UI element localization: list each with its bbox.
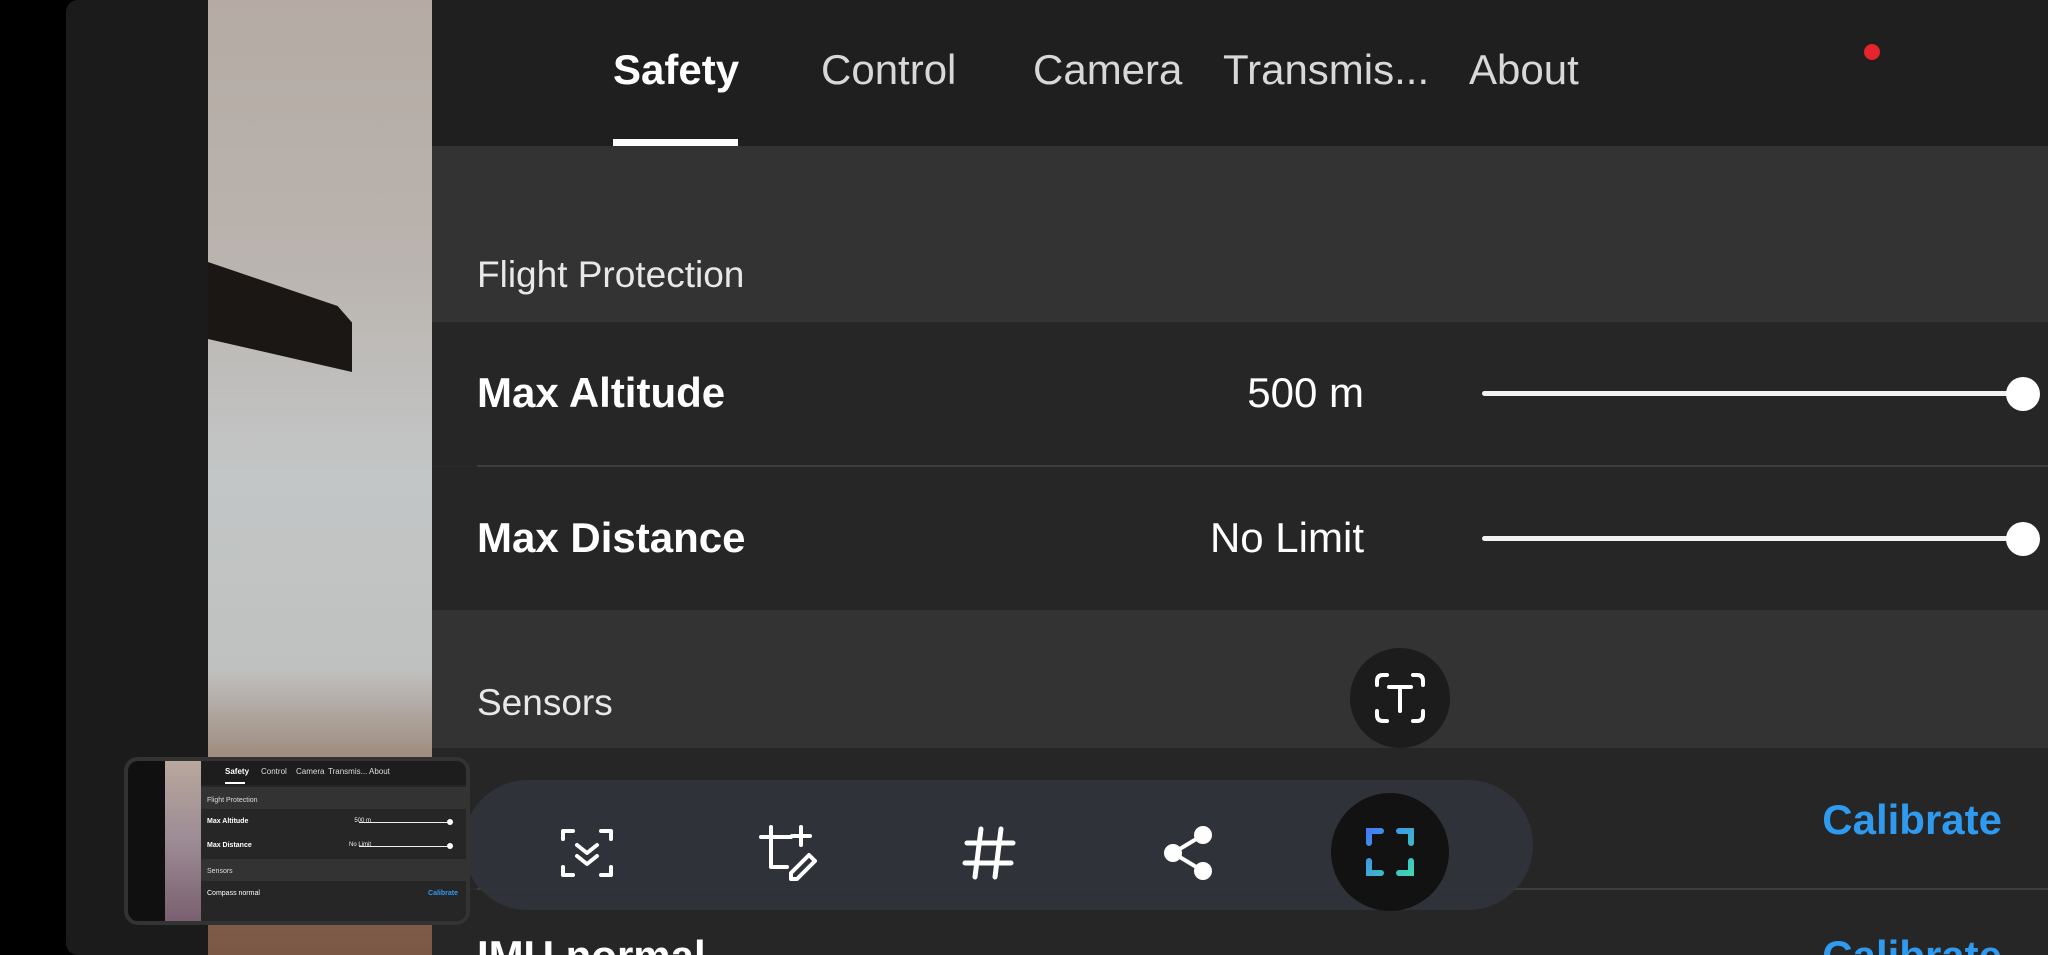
imu-label: IMU normal bbox=[477, 932, 706, 955]
crop-edit-icon bbox=[759, 825, 817, 881]
max-distance-slider[interactable] bbox=[1482, 536, 2030, 541]
tab-control[interactable]: Control bbox=[821, 46, 956, 94]
thumbnail-row-value: No Limit bbox=[348, 842, 371, 848]
notification-dot bbox=[1864, 44, 1880, 60]
thumbnail-tab-bar: Safety Control Camera Transmis... About bbox=[201, 761, 466, 785]
scroll-capture-button[interactable] bbox=[552, 818, 622, 888]
crop-edit-button[interactable] bbox=[752, 818, 822, 888]
thumbnail-tab: Safety bbox=[225, 767, 250, 776]
calibrate-compass-link[interactable]: Calibrate bbox=[1822, 796, 2002, 844]
thumbnail-slider bbox=[359, 846, 449, 847]
section-title: Flight Protection bbox=[477, 254, 745, 295]
tab-bar: Safety Control Camera Transmis... About bbox=[432, 0, 2048, 146]
max-distance-label: Max Distance bbox=[477, 514, 746, 561]
thumbnail-row: Compass normal Calibrate bbox=[201, 883, 466, 905]
text-extract-button[interactable] bbox=[1350, 648, 1450, 748]
thumbnail-section: Flight Protection bbox=[201, 787, 466, 809]
share-icon bbox=[1164, 826, 1212, 880]
text-extract-icon bbox=[1375, 673, 1425, 723]
thumbnail-row: Max Altitude 500 m bbox=[201, 811, 466, 833]
row-max-distance: Max Distance No Limit bbox=[432, 467, 2048, 611]
thumbnail-camera-preview bbox=[165, 761, 201, 921]
tab-safety[interactable]: Safety bbox=[613, 46, 739, 94]
thumbnail-row-label: Max Distance bbox=[207, 842, 252, 849]
thumbnail-row-label: Compass normal bbox=[207, 890, 260, 897]
thumbnail-row-value: 500 m bbox=[354, 818, 371, 824]
thumbnail-section: Sensors bbox=[201, 859, 466, 881]
tab-transmission[interactable]: Transmis... bbox=[1223, 46, 1429, 94]
max-distance-slider-thumb[interactable] bbox=[2006, 522, 2040, 556]
section-flight-protection: Flight Protection bbox=[432, 146, 2048, 322]
section-title: Sensors bbox=[477, 682, 613, 723]
max-altitude-label: Max Altitude bbox=[477, 369, 726, 416]
thumbnail-tab: Transmis... bbox=[328, 767, 368, 776]
calibrate-imu-link[interactable]: Calibrate bbox=[1822, 932, 2002, 955]
section-sensors: Sensors bbox=[432, 610, 2048, 748]
thumbnail-slider bbox=[359, 822, 449, 823]
active-tab-indicator bbox=[613, 139, 738, 146]
thumbnail-slider-thumb bbox=[447, 819, 453, 825]
hashtag-icon bbox=[962, 826, 1016, 880]
thumbnail-row-label: Max Altitude bbox=[207, 818, 249, 825]
camera-preview-object bbox=[208, 262, 352, 372]
thumbnail-tab-indicator bbox=[225, 782, 245, 784]
thumbnail-tab: Control bbox=[261, 767, 287, 776]
share-button[interactable] bbox=[1154, 818, 1224, 888]
max-distance-value: No Limit bbox=[1209, 514, 1364, 561]
max-altitude-slider-thumb[interactable] bbox=[2006, 377, 2040, 411]
scan-icon bbox=[1366, 828, 1414, 876]
tab-about[interactable]: About bbox=[1469, 46, 1579, 94]
thumbnail-tab: Camera bbox=[296, 767, 325, 776]
thumbnail-slider-thumb bbox=[447, 843, 453, 849]
hashtag-button[interactable] bbox=[954, 818, 1024, 888]
scroll-capture-icon bbox=[561, 829, 613, 877]
tab-camera[interactable]: Camera bbox=[1033, 46, 1182, 94]
thumbnail-tab: About bbox=[369, 767, 390, 776]
thumbnail-row: Max Distance No Limit bbox=[201, 835, 466, 857]
thumbnail-calibrate-link: Calibrate bbox=[428, 890, 458, 897]
thumbnail-panel: Safety Control Camera Transmis... About … bbox=[201, 761, 466, 921]
screenshot-thumbnail[interactable]: Safety Control Camera Transmis... About … bbox=[124, 757, 470, 925]
row-max-altitude: Max Altitude 500 m bbox=[432, 322, 2048, 466]
max-altitude-slider[interactable] bbox=[1482, 391, 2030, 396]
max-altitude-value: 500 m bbox=[1247, 369, 1364, 416]
scan-button[interactable] bbox=[1331, 793, 1449, 911]
